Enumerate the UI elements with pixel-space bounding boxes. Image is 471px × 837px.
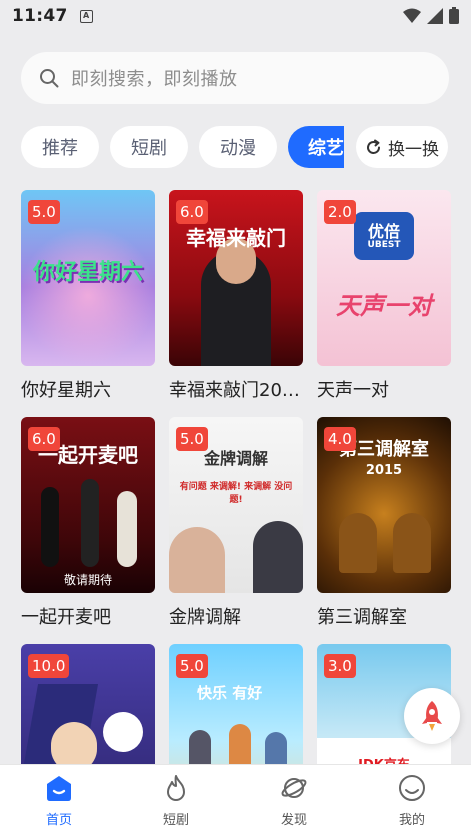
show-title: 幸福来敲门20… [169, 380, 300, 401]
tab-label: 推荐 [42, 138, 78, 159]
show-card[interactable]: 第三调解室 2015 4.0 第三调解室 [317, 417, 451, 629]
back-to-top-button[interactable] [404, 688, 460, 744]
show-card[interactable]: 10.0 [21, 644, 155, 764]
poster-brand: JDK京东 [317, 754, 451, 764]
refresh-label: 换一换 [388, 139, 439, 160]
status-bar: 11:47 A [0, 0, 471, 32]
nav-label: 短剧 [162, 813, 189, 828]
poster-year: 2015 [365, 463, 403, 478]
score-badge: 6.0 [176, 200, 208, 224]
planet-icon [279, 773, 309, 803]
smiley-icon [397, 773, 427, 803]
tab-variety[interactable]: 综艺 [288, 126, 344, 168]
nav-item-home[interactable]: 首页 [24, 773, 94, 828]
poster-brand-en: UBEST [367, 240, 401, 250]
show-card[interactable]: 你好星期六 5.0 你好星期六 [21, 190, 155, 402]
show-card[interactable]: 一起开麦吧 敬请期待 6.0 一起开麦吧 [21, 417, 155, 629]
tab-label: 综艺 [308, 138, 344, 159]
home-icon [44, 773, 74, 803]
nav-item-short-drama[interactable]: 短剧 [141, 773, 211, 828]
tab-anime[interactable]: 动漫 [199, 126, 277, 168]
show-card[interactable]: 幸福来敲门 6.0 幸福来敲门20… [169, 190, 303, 402]
show-poster: 优倍 UBEST 天声一对 2.0 [317, 190, 451, 366]
status-time: 11:47 [12, 6, 68, 26]
poster-caption: 敬请期待 [63, 573, 112, 587]
show-card[interactable]: 快乐 有好 5.0 [169, 644, 303, 764]
score-badge: 2.0 [324, 200, 356, 224]
nav-item-discover[interactable]: 发现 [259, 773, 329, 828]
show-card[interactable]: 优倍 UBEST 天声一对 2.0 天声一对 [317, 190, 451, 402]
score-badge: 3.0 [324, 654, 356, 678]
show-title: 天声一对 [317, 380, 389, 401]
score-badge: 5.0 [28, 200, 60, 224]
nav-label: 我的 [398, 813, 425, 828]
tab-recommend[interactable]: 推荐 [21, 126, 99, 168]
refresh-icon [367, 139, 380, 154]
score-badge: 5.0 [176, 427, 208, 451]
notification-a-icon: A [79, 9, 93, 23]
show-title: 第三调解室 [317, 607, 407, 628]
content-grid: 你好星期六 5.0 你好星期六 幸福来敲门 6.0 幸福来敲门20… 优倍 UB… [0, 174, 471, 764]
flame-icon [161, 773, 191, 803]
signal-icon [427, 7, 443, 24]
score-badge: 6.0 [28, 427, 60, 451]
show-poster: 10.0 [21, 644, 155, 764]
refresh-button[interactable]: 换一换 [356, 126, 448, 168]
tab-label: 短剧 [131, 138, 167, 159]
poster-title-art: 你好星期六 [32, 260, 143, 285]
search-bar[interactable]: 即刻搜索，即刻播放 [21, 52, 449, 104]
nav-label: 首页 [45, 813, 72, 828]
status-icons [403, 7, 459, 24]
show-poster: 快乐 有好 5.0 [169, 644, 303, 764]
nav-item-me[interactable]: 我的 [377, 773, 447, 828]
bottom-nav: 首页 短剧 发现 我的 [0, 764, 471, 837]
category-tabs: 推荐 短剧 动漫 综艺 换一换 [0, 126, 471, 174]
search-header: 即刻搜索，即刻播放 [0, 32, 471, 126]
poster-title-art: 天声一对 [336, 292, 432, 320]
wifi-icon [403, 8, 421, 23]
poster-title-art: 快乐 有好 [197, 684, 263, 702]
search-icon [40, 69, 59, 88]
show-title: 你好星期六 [21, 380, 111, 401]
show-card[interactable]: 金牌调解 有问题 来调解! 来调解 没问题! 5.0 金牌调解 [169, 417, 303, 629]
show-poster: 一起开麦吧 敬请期待 6.0 [21, 417, 155, 593]
rocket-icon [422, 701, 442, 731]
show-poster: 金牌调解 有问题 来调解! 来调解 没问题! 5.0 [169, 417, 303, 593]
tab-label: 动漫 [220, 138, 256, 159]
tab-short-drama[interactable]: 短剧 [110, 126, 188, 168]
score-badge: 10.0 [28, 654, 70, 678]
show-poster: 幸福来敲门 6.0 [169, 190, 303, 366]
battery-icon [449, 7, 459, 24]
nav-label: 发现 [280, 813, 307, 828]
show-title: 金牌调解 [169, 607, 241, 628]
poster-caption: 有问题 来调解! 来调解 没问题! [179, 482, 293, 505]
score-badge: 5.0 [176, 654, 208, 678]
show-title: 一起开麦吧 [21, 607, 111, 628]
show-poster: 第三调解室 2015 4.0 [317, 417, 451, 593]
show-poster: 你好星期六 5.0 [21, 190, 155, 366]
search-placeholder: 即刻搜索，即刻播放 [71, 69, 238, 90]
poster-title-art: 幸福来敲门 [186, 226, 286, 250]
score-badge: 4.0 [324, 427, 356, 451]
